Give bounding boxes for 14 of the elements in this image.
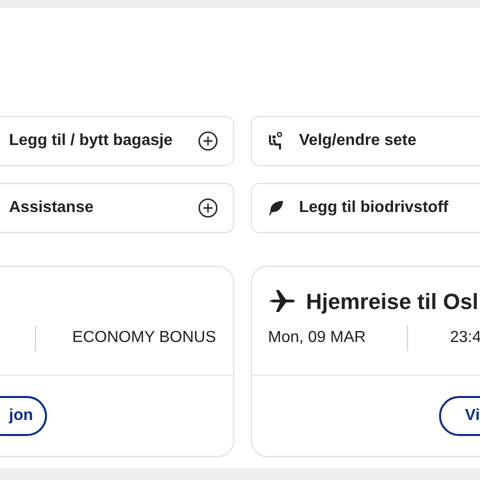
- details-button[interactable]: jon: [0, 396, 47, 436]
- action-card[interactable]: Velg/endre sete: [251, 116, 480, 166]
- action-card[interactable]: Legg til biodrivstoff: [251, 183, 480, 233]
- details-button[interactable]: Vi: [439, 396, 480, 436]
- action-card[interactable]: Legg til / bytt bagasje: [0, 116, 234, 166]
- fare-class: ECONOMY BONUS: [72, 328, 216, 348]
- add-icon: [198, 131, 218, 151]
- add-icon: [198, 198, 218, 218]
- seated-person-icon: [268, 132, 284, 150]
- airplane-icon: [268, 288, 296, 314]
- leaf-icon: [268, 200, 284, 216]
- flight-title: Hjemreise til Osl: [306, 288, 478, 316]
- action-card[interactable]: Assistanse: [0, 183, 234, 233]
- flight-date: Mon, 09 MAR: [268, 328, 367, 348]
